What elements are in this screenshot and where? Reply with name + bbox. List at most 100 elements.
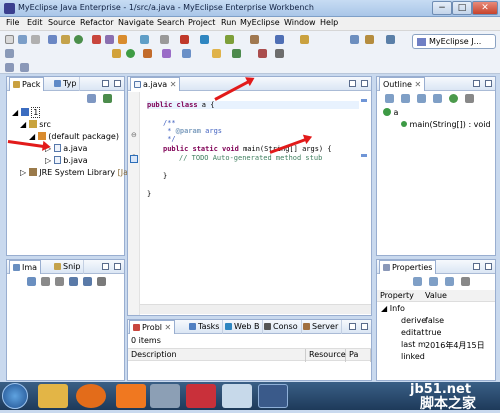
code-line-javadoc-param[interactable]: * @param args xyxy=(163,127,222,135)
code-line-main-decl[interactable]: public static void main(String[] args) { xyxy=(163,145,332,153)
close-tab-icon[interactable]: ✕ xyxy=(170,80,177,89)
deploy-tool-icon[interactable] xyxy=(365,35,374,44)
maximize-view-icon[interactable] xyxy=(361,323,368,330)
outline-sort-icon[interactable] xyxy=(385,94,394,103)
menu-navigate[interactable]: Navigate xyxy=(118,18,154,27)
external-tools-icon[interactable] xyxy=(143,49,152,58)
close-tab-icon[interactable]: ✕ xyxy=(415,80,422,89)
tab-problems[interactable]: Probl ✕ xyxy=(129,320,176,334)
menu-source[interactable]: Source xyxy=(48,18,75,27)
new-class-icon[interactable] xyxy=(162,49,171,58)
minimize-view-icon[interactable] xyxy=(473,80,480,87)
app-taskbar-icon[interactable] xyxy=(150,384,180,408)
minimize-view-icon[interactable] xyxy=(102,80,109,87)
print-icon[interactable] xyxy=(31,35,40,44)
back-icon[interactable] xyxy=(5,63,14,72)
config-icon[interactable] xyxy=(350,35,359,44)
menu-refactor[interactable]: Refactor xyxy=(80,18,114,27)
menu-file[interactable]: File xyxy=(6,18,19,27)
open-type-icon[interactable] xyxy=(212,49,221,58)
hide-nonpublic-icon[interactable] xyxy=(433,94,442,103)
overview-ruler-mark[interactable] xyxy=(361,99,367,102)
maximize-editor-icon[interactable] xyxy=(361,80,368,87)
new-package-icon[interactable] xyxy=(182,49,191,58)
image-tool-icon[interactable] xyxy=(27,277,36,286)
media-player-taskbar-icon[interactable] xyxy=(76,384,106,408)
forward-icon[interactable] xyxy=(20,63,29,72)
server-icon[interactable] xyxy=(61,35,70,44)
property-row[interactable]: linked xyxy=(401,352,425,363)
menu-myeclipse[interactable]: MyEclipse xyxy=(240,18,280,27)
search-icon[interactable] xyxy=(232,49,241,58)
tree-item-package[interactable]: ◢ (default package) xyxy=(29,132,119,141)
tab-image-preview[interactable]: Ima xyxy=(9,260,42,274)
fold-marker-icon[interactable]: ⊖ xyxy=(131,131,137,139)
package-icon[interactable] xyxy=(250,35,259,44)
tree-item-project[interactable]: ◢ 1 xyxy=(12,107,41,118)
code-line-javadoc-open[interactable]: /** xyxy=(163,119,176,127)
hide-static-icon[interactable] xyxy=(417,94,426,103)
tab-package-explorer[interactable]: Pack xyxy=(9,77,45,91)
maximize-view-icon[interactable] xyxy=(485,80,492,87)
menu-help[interactable]: Help xyxy=(320,18,338,27)
tab-web-browser[interactable]: Web B xyxy=(222,320,264,334)
debug-icon[interactable] xyxy=(48,35,57,44)
zoom-in-icon[interactable] xyxy=(41,277,50,286)
property-row[interactable]: editat xyxy=(401,328,424,339)
tab-type-hierarchy[interactable]: Typ xyxy=(51,77,81,91)
globe-icon[interactable] xyxy=(200,35,209,44)
editor-tab-a-java[interactable]: a.java ✕ xyxy=(130,77,181,91)
advanced-icon[interactable] xyxy=(429,277,438,286)
browser-taskbar-icon[interactable] xyxy=(116,384,146,408)
next-annotation-icon[interactable] xyxy=(258,49,267,58)
code-line-class-decl[interactable]: public class a { xyxy=(147,101,359,109)
menu-search[interactable]: Search xyxy=(157,18,184,27)
menu-project[interactable]: Project xyxy=(188,18,215,27)
minimize-editor-icon[interactable] xyxy=(349,80,356,87)
minimize-view-icon[interactable] xyxy=(102,263,109,270)
minimize-button[interactable]: − xyxy=(432,1,452,15)
actual-size-icon[interactable] xyxy=(83,277,92,286)
web-icon[interactable] xyxy=(140,35,149,44)
designer-icon[interactable] xyxy=(118,35,127,44)
zoom-out-icon[interactable] xyxy=(55,277,64,286)
browser-icon[interactable] xyxy=(105,35,114,44)
close-button[interactable]: ✕ xyxy=(472,1,498,15)
new-icon[interactable] xyxy=(5,35,14,44)
column-path[interactable]: Pa xyxy=(346,349,371,362)
open-perspective-icon[interactable] xyxy=(386,35,395,44)
property-category-info[interactable]: ◢ Info xyxy=(381,304,405,315)
tree-item-jre[interactable]: ▷ JRE System Library [Ja xyxy=(20,168,128,177)
start-button-icon[interactable] xyxy=(2,383,28,409)
column-resource[interactable]: Resource xyxy=(306,349,346,362)
tree-item-b-java[interactable]: ▷ b.java xyxy=(45,156,88,165)
minimize-view-icon[interactable] xyxy=(473,263,480,270)
menu-edit[interactable]: Edit xyxy=(27,18,43,27)
code-line-javadoc-close[interactable]: */ xyxy=(163,135,175,143)
myeclipse-taskbar-icon[interactable] xyxy=(258,384,288,408)
menu-window[interactable]: Window xyxy=(284,18,316,27)
hide-local-types-icon[interactable] xyxy=(449,94,458,103)
view-menu-icon[interactable] xyxy=(97,277,106,286)
tab-servers[interactable]: Server xyxy=(300,320,343,334)
outline-view-menu-icon[interactable] xyxy=(465,94,474,103)
code-line-method-close[interactable]: } xyxy=(163,172,167,180)
perspective-button[interactable]: MyEclipse J... xyxy=(412,34,496,49)
fit-icon[interactable] xyxy=(69,277,78,286)
outline-item-class[interactable]: a xyxy=(383,108,398,117)
link-editor-icon[interactable] xyxy=(103,94,112,103)
tree-item-src[interactable]: ◢ src xyxy=(20,120,51,129)
explorer-taskbar-icon[interactable] xyxy=(38,384,68,408)
maximize-view-icon[interactable] xyxy=(485,263,492,270)
properties-icon[interactable] xyxy=(5,49,14,58)
tab-snippets[interactable]: Snip xyxy=(51,260,85,274)
categories-icon[interactable] xyxy=(413,277,422,286)
refresh-icon[interactable] xyxy=(225,35,234,44)
tab-console[interactable]: Conso xyxy=(261,320,302,334)
restore-default-icon[interactable] xyxy=(445,277,454,286)
maximize-view-icon[interactable] xyxy=(114,263,121,270)
menu-run[interactable]: Run xyxy=(221,18,236,27)
run-green-icon[interactable] xyxy=(126,49,135,58)
tab-tasks[interactable]: Tasks xyxy=(186,320,224,334)
deploy-icon[interactable] xyxy=(92,35,101,44)
